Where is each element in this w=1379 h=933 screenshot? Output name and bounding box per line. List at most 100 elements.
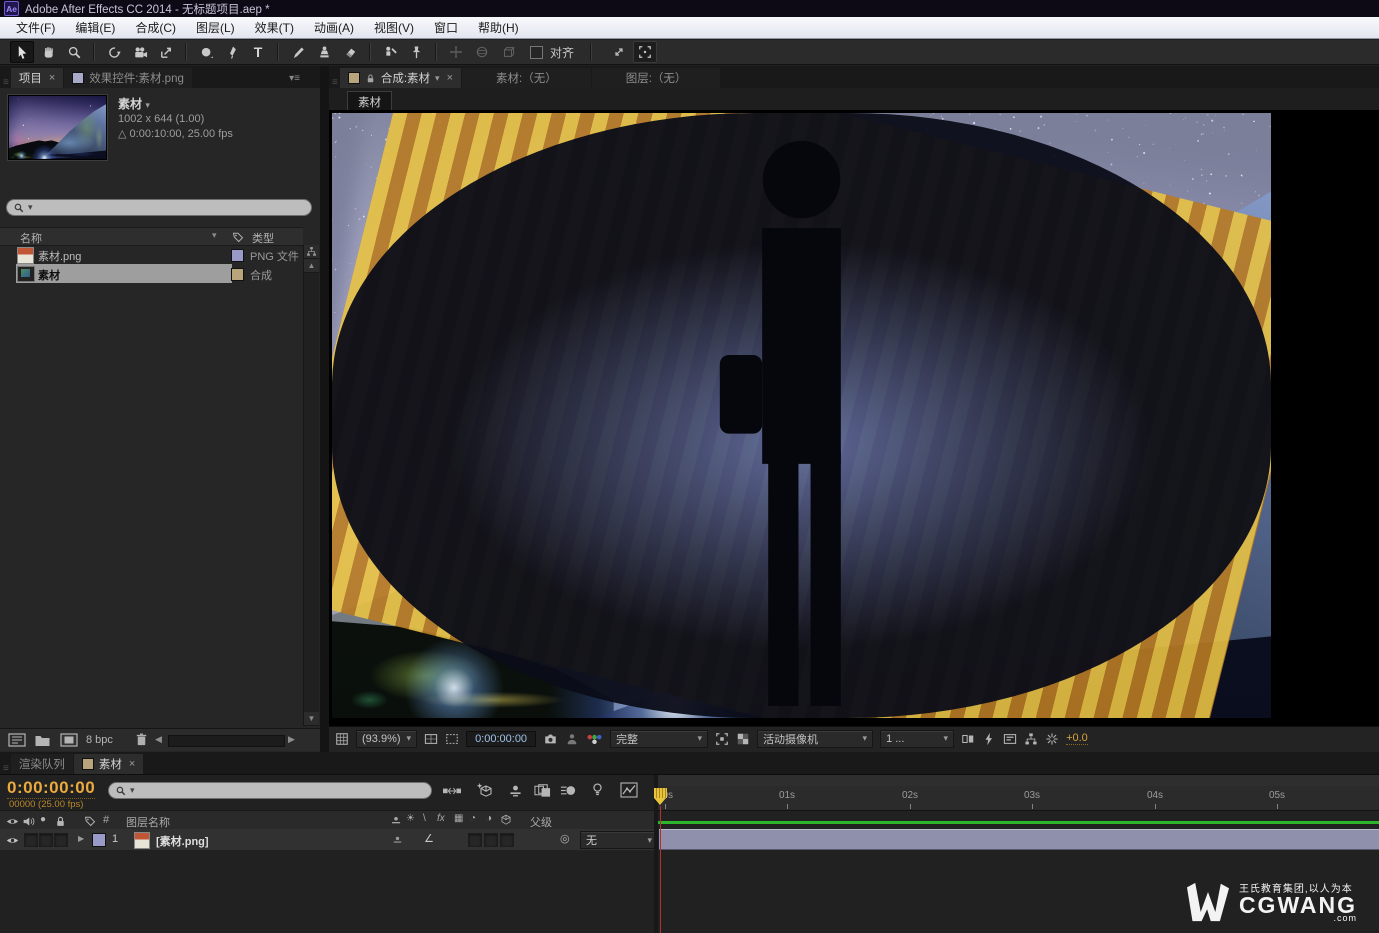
timeline-search-input[interactable]: ▾: [108, 782, 432, 799]
layer-eye-icon[interactable]: [6, 834, 19, 847]
selection-tool-icon[interactable]: [10, 41, 34, 63]
draft-3d-icon[interactable]: [476, 782, 494, 798]
current-time-indicator[interactable]: [654, 788, 667, 798]
column-layer-name[interactable]: 图层名称: [126, 814, 170, 830]
panel-divider[interactable]: [320, 66, 329, 752]
sort-caret-icon[interactable]: ▾: [212, 230, 217, 241]
pen-tool-icon[interactable]: [220, 41, 244, 63]
snapshot-icon[interactable]: [543, 732, 558, 746]
hand-tool-icon[interactable]: [36, 41, 60, 63]
tab-project[interactable]: 项目 ×: [11, 68, 63, 88]
safe-margins-icon[interactable]: [424, 732, 438, 746]
lock-well[interactable]: [54, 833, 68, 847]
transparency-grid-icon[interactable]: [736, 732, 750, 746]
zoom-dropdown[interactable]: (93.9%) ▾: [356, 730, 417, 748]
parent-dropdown[interactable]: 无 ▾: [580, 831, 658, 849]
bit-depth[interactable]: 8 bpc: [86, 734, 113, 746]
new-composition-icon[interactable]: [60, 733, 78, 747]
layer-row[interactable]: ▶ 1 [素材.png] ∠ ◎ 无 ▾: [0, 829, 654, 851]
parent-pickwhip-icon[interactable]: ◎: [560, 832, 570, 845]
close-icon[interactable]: ×: [447, 72, 453, 84]
layer-quality-icon[interactable]: ∠: [424, 832, 434, 845]
tab-effect-controls[interactable]: 效果控件:素材.png: [64, 68, 192, 88]
exposure-value[interactable]: +0.0: [1066, 732, 1088, 745]
layer-expand-icon[interactable]: ▶: [78, 834, 84, 843]
motion-blur-icon[interactable]: [560, 783, 577, 798]
hide-shy-layers-icon[interactable]: [508, 783, 523, 798]
layer-label-chip[interactable]: [92, 833, 106, 847]
scroll-down-icon[interactable]: ▼: [304, 712, 319, 726]
comp-flowchart-icon[interactable]: [1024, 732, 1038, 746]
interpret-footage-icon[interactable]: [8, 733, 26, 747]
tab-timeline-comp[interactable]: 素材 ×: [74, 754, 143, 774]
menu-animation[interactable]: 动画(A): [304, 19, 364, 36]
zoom-tool-icon[interactable]: [62, 41, 86, 63]
label-color-chip[interactable]: [231, 249, 244, 262]
label-column-tag-icon[interactable]: [232, 231, 244, 243]
label-color-chip[interactable]: [231, 268, 244, 281]
column-parent[interactable]: 父级: [530, 814, 552, 830]
project-row-footage[interactable]: 素材.png PNG 文件: [0, 245, 303, 264]
eraser-tool-icon[interactable]: [338, 41, 362, 63]
resolution-dropdown[interactable]: 完整 ▾: [610, 730, 708, 748]
search-options-caret[interactable]: ▾: [130, 785, 135, 796]
tab-layer-viewer[interactable]: 图层:（无）: [592, 68, 721, 88]
motion-blur-switch-icon[interactable]: ◔: [470, 813, 476, 824]
comp-mini-flowchart-icon[interactable]: [442, 783, 462, 799]
rotation-tool-icon[interactable]: [102, 41, 126, 63]
viewfinder-icon[interactable]: [633, 41, 657, 63]
current-timecode[interactable]: 0:00:00:00: [7, 778, 95, 799]
mask-visibility-icon[interactable]: [445, 732, 459, 746]
solo-well[interactable]: [39, 833, 53, 847]
menu-edit[interactable]: 编辑(E): [65, 19, 125, 36]
label-column-tag-icon[interactable]: [84, 815, 96, 827]
snap-checkbox[interactable]: [530, 46, 543, 59]
menu-window[interactable]: 窗口: [424, 19, 468, 36]
region-of-interest-icon[interactable]: [715, 732, 729, 746]
view-layout-dropdown[interactable]: 1 ... ▾: [880, 730, 954, 748]
menu-view[interactable]: 视图(V): [364, 19, 424, 36]
tab-composition[interactable]: 合成:素材 ▾ ×: [340, 68, 461, 88]
3d-view-dropdown[interactable]: 活动摄像机 ▾: [757, 730, 873, 748]
collapse-switch-icon[interactable]: ☀: [406, 813, 415, 824]
3d-switch-icon[interactable]: [500, 814, 512, 826]
puppet-pin-tool-icon[interactable]: [404, 41, 428, 63]
diagonal-arrows-icon[interactable]: [607, 41, 631, 63]
frame-blend-switch-icon[interactable]: ▦: [454, 813, 463, 824]
close-icon[interactable]: ×: [129, 758, 135, 770]
clone-stamp-tool-icon[interactable]: [312, 41, 336, 63]
layer-shy-icon[interactable]: [392, 835, 403, 846]
layer-duration-bar[interactable]: [659, 829, 1379, 850]
switch-well[interactable]: [468, 833, 482, 847]
audio-icon[interactable]: [22, 815, 35, 828]
delete-icon[interactable]: [134, 732, 149, 747]
scroll-left-icon[interactable]: ◀: [155, 734, 162, 745]
eye-icon[interactable]: [6, 815, 19, 828]
tab-render-queue[interactable]: 渲染队列: [11, 754, 73, 774]
roto-brush-tool-icon[interactable]: [378, 41, 402, 63]
project-flowchart-icon[interactable]: [304, 245, 319, 259]
project-scrollbar[interactable]: ▲ ▼: [303, 245, 319, 726]
horizontal-scrollbar[interactable]: [168, 735, 285, 747]
quality-switch-icon[interactable]: \: [423, 813, 426, 824]
column-name[interactable]: 名称: [20, 230, 42, 246]
close-icon[interactable]: ×: [49, 72, 55, 84]
show-snapshot-icon[interactable]: [565, 732, 579, 746]
fast-previews-icon[interactable]: [982, 732, 996, 746]
search-options-caret[interactable]: ▾: [28, 202, 33, 213]
lock-icon[interactable]: [365, 73, 376, 84]
brainstorm-icon[interactable]: [590, 782, 605, 797]
comp-viewport[interactable]: [329, 110, 1379, 726]
solo-icon[interactable]: ●: [40, 814, 46, 825]
frame-blending-icon[interactable]: [534, 783, 551, 798]
preview-timecode[interactable]: 0:00:00:00: [466, 731, 536, 747]
audio-well[interactable]: [24, 833, 38, 847]
switch-well[interactable]: [500, 833, 514, 847]
fx-switch-icon[interactable]: fx: [437, 813, 445, 824]
project-search-input[interactable]: ▾: [6, 199, 312, 216]
reset-exposure-icon[interactable]: [1045, 732, 1059, 746]
project-row-composition[interactable]: 素材 合成: [0, 264, 303, 283]
shy-switch-icon[interactable]: [390, 815, 402, 827]
scroll-up-icon[interactable]: ▲: [304, 259, 319, 273]
brush-tool-icon[interactable]: [286, 41, 310, 63]
